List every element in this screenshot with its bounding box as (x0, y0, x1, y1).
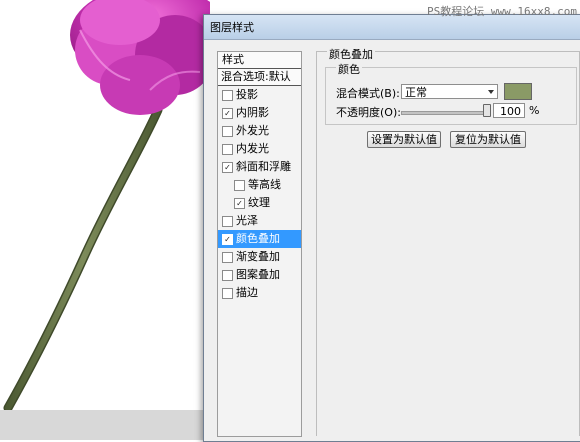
style-item-2[interactable]: 外发光 (218, 122, 301, 140)
color-subgroup: 颜色 混合模式(B): 正常 不透明度(O): 100 % (325, 61, 577, 125)
blend-mode-label: 混合模式(B): (336, 87, 400, 100)
style-item-label: 描边 (236, 286, 258, 299)
checkbox-checked-icon[interactable]: ✓ (222, 161, 233, 173)
style-item-label: 内阴影 (236, 106, 269, 119)
checkbox-unchecked-icon[interactable] (222, 143, 233, 155)
style-item-3[interactable]: 内发光 (218, 140, 301, 158)
style-item-11[interactable]: 描边 (218, 284, 301, 302)
style-item-label: 光泽 (236, 214, 258, 227)
checkbox-checked-icon[interactable]: ✓ (234, 197, 245, 209)
style-item-label: 渐变叠加 (236, 250, 280, 263)
opacity-input[interactable]: 100 (493, 103, 525, 118)
style-item-7[interactable]: 光泽 (218, 212, 301, 230)
style-item-label: 内发光 (236, 142, 269, 155)
blend-mode-select[interactable]: 正常 (401, 84, 498, 99)
canvas-edge (0, 410, 210, 440)
dialog-title: 图层样式 (210, 21, 254, 34)
color-overlay-title: 颜色叠加 (327, 46, 375, 62)
style-item-label: 投影 (236, 88, 258, 101)
flower-image (3, 0, 210, 413)
blend-mode-value: 正常 (405, 86, 427, 99)
overlay-color-swatch[interactable] (504, 83, 532, 100)
blend-options-item[interactable]: 混合选项:默认 (218, 69, 301, 86)
style-item-8[interactable]: ✓ 颜色叠加 (218, 230, 301, 248)
opacity-slider-track[interactable] (401, 111, 489, 115)
opacity-slider-thumb[interactable] (483, 104, 491, 117)
checkbox-unchecked-icon[interactable] (234, 179, 245, 191)
checkbox-unchecked-icon[interactable] (222, 125, 233, 137)
opacity-unit: % (529, 104, 540, 117)
style-item-6[interactable]: ✓ 纹理 (218, 194, 301, 212)
color-subgroup-title: 颜色 (336, 61, 362, 77)
style-item-1[interactable]: ✓ 内阴影 (218, 104, 301, 122)
style-item-label: 外发光 (236, 124, 269, 137)
style-item-4[interactable]: ✓ 斜面和浮雕 (218, 158, 301, 176)
checkbox-unchecked-icon[interactable] (222, 287, 233, 299)
style-item-10[interactable]: 图案叠加 (218, 266, 301, 284)
style-item-5[interactable]: 等高线 (218, 176, 301, 194)
checkbox-unchecked-icon[interactable] (222, 251, 233, 263)
layer-style-dialog: 图层样式 PS教程论坛 www.16xx8.com 样式 混合选项:默认 投影 ✓… (203, 5, 580, 442)
styles-list: 样式 混合选项:默认 投影 ✓ 内阴影 外发光 内发光 ✓ 斜面和浮雕 等高线 ✓ 纹理 光泽 ✓ 颜色… (217, 51, 302, 437)
opacity-label: 不透明度(O): (336, 106, 401, 119)
chevron-down-icon (488, 90, 494, 94)
color-overlay-panel: 颜色叠加 颜色 混合模式(B): 正常 不透明度(O): 100 % 设置为默认… (316, 46, 580, 436)
style-item-label: 纹理 (248, 196, 270, 209)
checkbox-unchecked-icon[interactable] (222, 89, 233, 101)
style-item-9[interactable]: 渐变叠加 (218, 248, 301, 266)
reset-default-button[interactable]: 复位为默认值 (450, 131, 526, 148)
style-item-label: 图案叠加 (236, 268, 280, 281)
style-item-0[interactable]: 投影 (218, 86, 301, 104)
styles-header[interactable]: 样式 (218, 52, 301, 69)
checkbox-unchecked-icon[interactable] (222, 215, 233, 227)
color-overlay-group: 颜色叠加 颜色 混合模式(B): 正常 不透明度(O): 100 % 设置为默认… (316, 46, 580, 436)
style-item-label: 颜色叠加 (236, 232, 280, 245)
style-item-label: 斜面和浮雕 (236, 160, 291, 173)
checkbox-checked-icon[interactable]: ✓ (222, 233, 233, 245)
checkbox-checked-icon[interactable]: ✓ (222, 107, 233, 119)
set-default-button[interactable]: 设置为默认值 (367, 131, 441, 148)
watermark-text: PS教程论坛 www.16xx8.com (427, 5, 577, 18)
style-item-label: 等高线 (248, 178, 281, 191)
checkbox-unchecked-icon[interactable] (222, 269, 233, 281)
